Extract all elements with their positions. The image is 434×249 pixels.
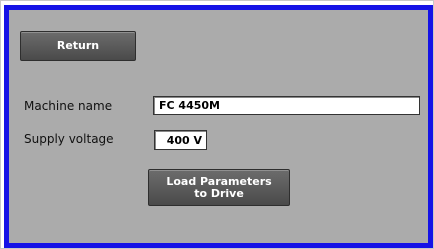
- load-parameters-button[interactable]: Load Parameters to Drive: [148, 169, 290, 206]
- window-frame: Return Machine name Supply voltage Load …: [0, 0, 434, 249]
- parameter-panel: Return Machine name Supply voltage Load …: [4, 5, 433, 248]
- supply-voltage-field[interactable]: [154, 130, 207, 150]
- return-button[interactable]: Return: [20, 31, 136, 61]
- supply-voltage-label: Supply voltage: [24, 132, 114, 146]
- machine-name-field[interactable]: [153, 96, 420, 115]
- machine-name-label: Machine name: [24, 99, 113, 113]
